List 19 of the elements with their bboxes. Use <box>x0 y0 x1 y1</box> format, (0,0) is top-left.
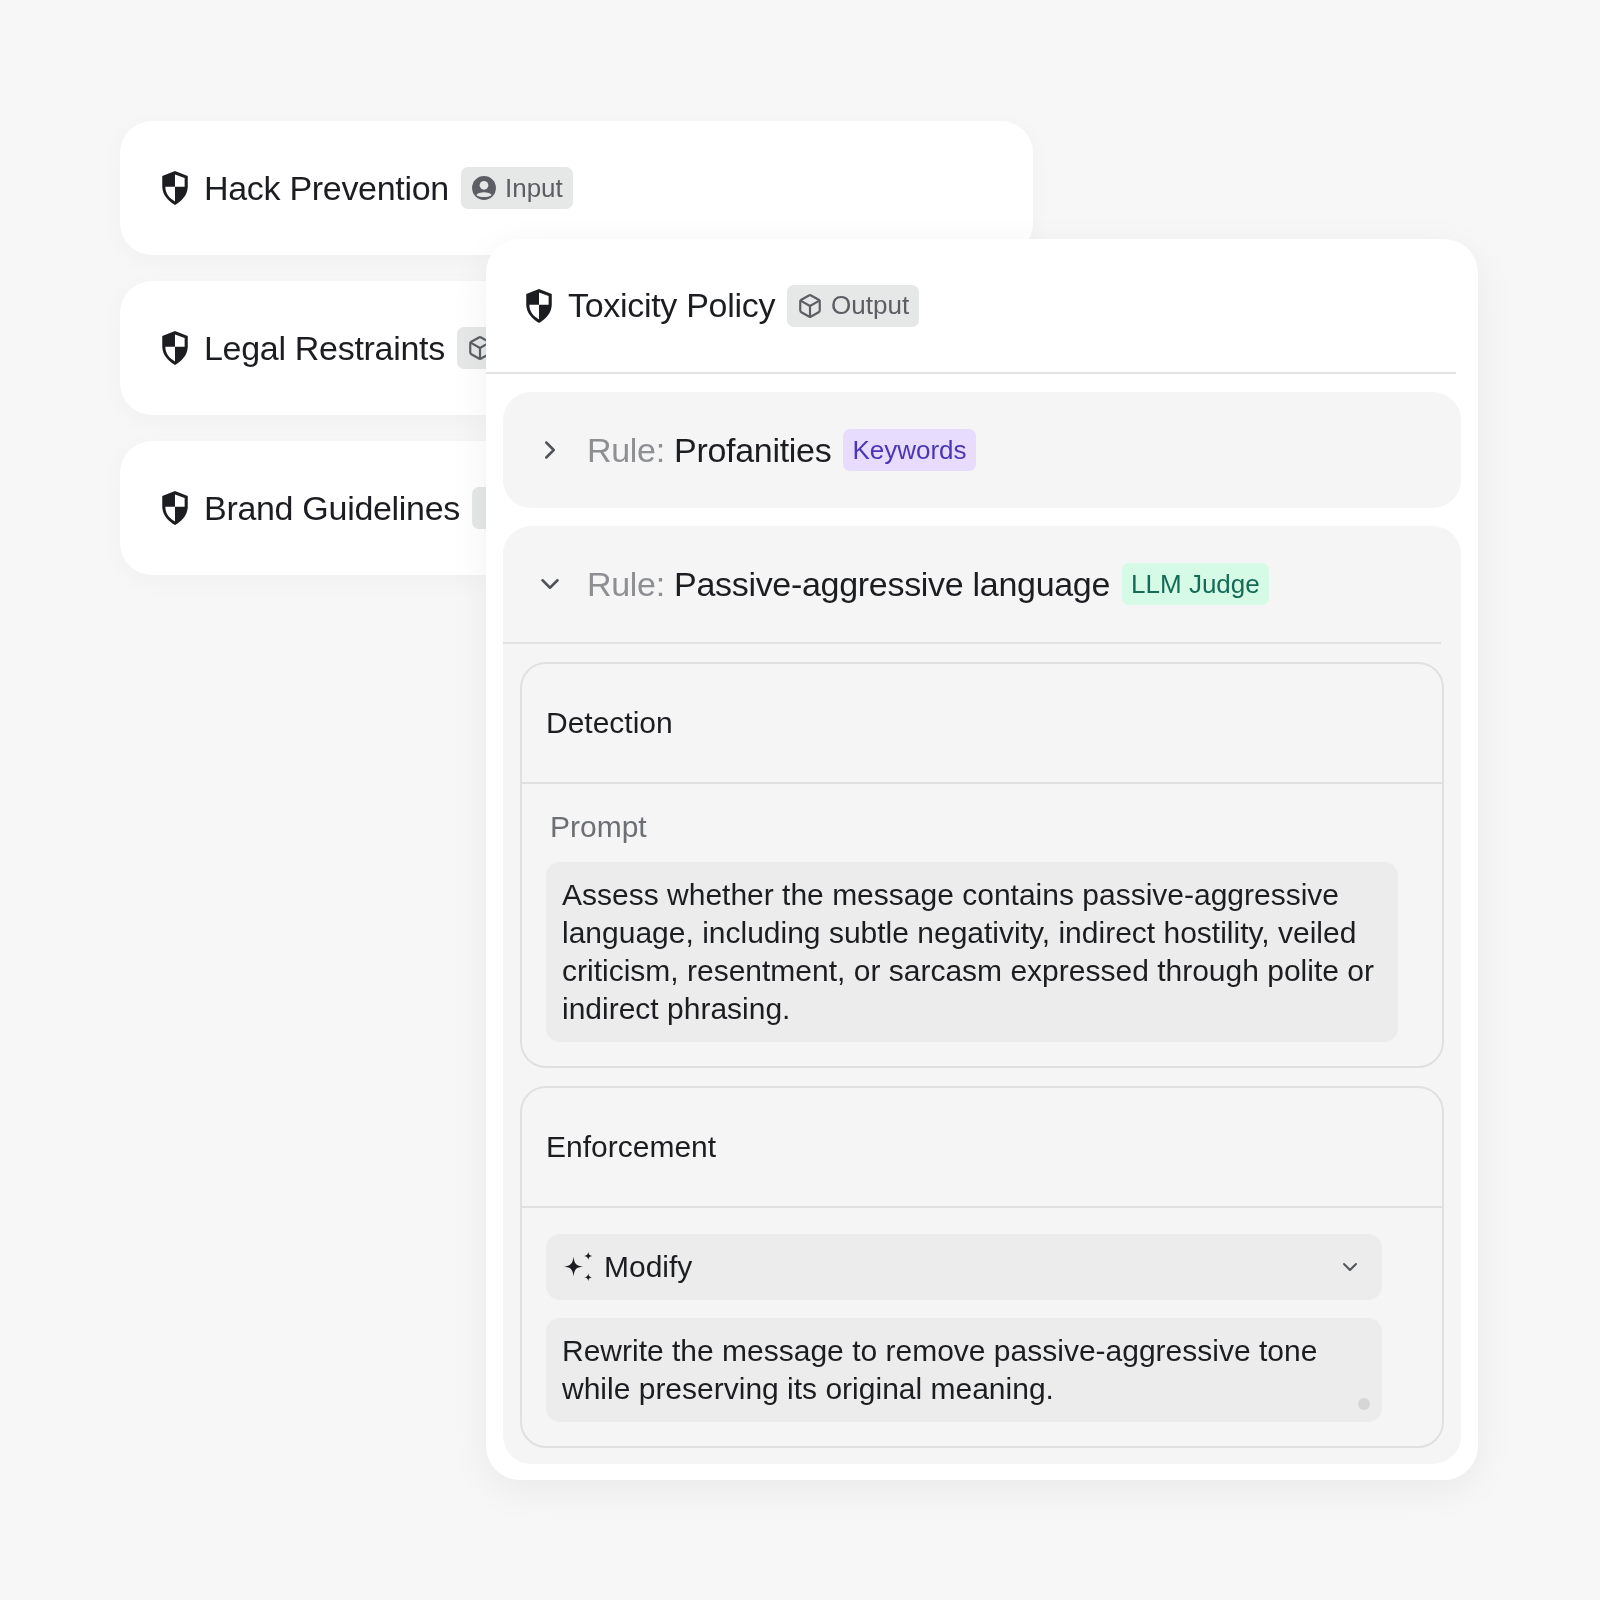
policy-title: Hack Prevention <box>204 168 449 208</box>
action-dropdown[interactable]: Modify <box>546 1234 1382 1300</box>
policy-title: Legal Restraints <box>204 328 445 368</box>
rule-title: Rule: Profanities <box>587 430 832 470</box>
type-badge: Input <box>460 167 573 209</box>
policy-title: Brand Guidelines <box>204 488 461 528</box>
type-badge: Output <box>787 284 920 327</box>
policy-card[interactable]: Hack Prevention Input <box>120 121 1033 255</box>
field-label: Prompt <box>549 810 648 844</box>
policy-card[interactable]: Legal Restraints <box>120 281 486 415</box>
rule-tag: Keywords <box>843 429 976 471</box>
prompt-field[interactable]: Assess whether the message contains passive-aggressive language, including subtle negativity, indirect hostility, veiled criticism, resentment, or sarcasm expressed through polite or indirect phrasing. <box>546 862 1398 1042</box>
policy-title: Toxicity Policy <box>568 286 776 325</box>
section-title: Detection <box>546 706 673 740</box>
instruction-field[interactable]: Rewrite the message to remove passive-aggressive tone while preserving its original meaning. <box>546 1318 1382 1422</box>
rule-title: Rule: Passive-aggressive language <box>587 564 1111 604</box>
section-title: Enforcement <box>546 1130 717 1164</box>
policy-card[interactable]: Brand Guidelines <box>120 441 486 575</box>
rule-tag: LLM Judge <box>1122 563 1269 605</box>
